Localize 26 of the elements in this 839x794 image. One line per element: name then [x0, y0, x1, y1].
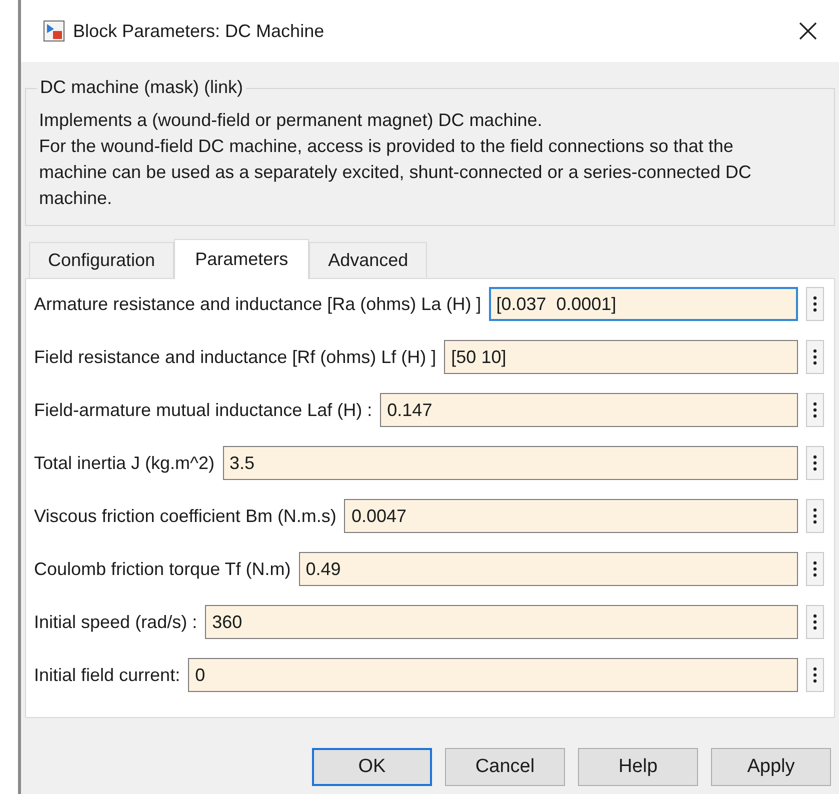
parameter-field[interactable]: 3.5	[222, 446, 798, 480]
tab[interactable]: Advanced	[309, 242, 428, 278]
parameter-field[interactable]: 0.49	[298, 552, 798, 586]
tab[interactable]: Configuration	[29, 242, 174, 278]
parameter-field[interactable]: 0.0047	[344, 499, 798, 533]
description-text: Implements a (wound-field or permanent magnet) DC machine.	[39, 109, 544, 132]
tab[interactable]: Parameters	[174, 239, 310, 279]
dialog-button[interactable]: Apply	[711, 748, 831, 786]
window-title: Block Parameters: DC Machine	[73, 20, 326, 42]
parameter-label: Field resistance and inductance [Rf (ohms) Lf (H) ]	[34, 346, 436, 369]
dialog-button[interactable]: Help	[578, 748, 698, 786]
parameter-label: Coulomb friction torque Tf (N.m)	[34, 558, 291, 581]
parameter-label: Total inertia J (kg.m^2)	[34, 452, 215, 475]
parameter-field[interactable]: 0.147	[380, 393, 798, 427]
description-text: For the wound-field DC machine, access is provided to the field connections so that the machine can be used as a separately excited, shunt-connected or a series-connected DC machine.	[39, 135, 752, 210]
dialog-button[interactable]: OK	[312, 748, 432, 786]
parameter-label: Armature resistance and inductance [Ra (ohms) La (H) ]	[34, 292, 482, 316]
parameter-field[interactable]: [0.037 0.0001]	[489, 287, 798, 321]
dialog-button[interactable]: Cancel	[445, 748, 565, 786]
parameter-label: Initial field current:	[34, 664, 180, 686]
parameter-label: Field-armature mutual inductance Laf (H) :	[34, 398, 372, 422]
parameter-field[interactable]: 0	[188, 658, 798, 692]
parameter-label: Viscous friction coefficient Bm (N.m.s)	[34, 504, 336, 528]
parameter-label: Initial speed (rad/s) :	[34, 610, 198, 634]
parameter-field[interactable]: 360	[205, 605, 798, 639]
parameter-field[interactable]: [50 10]	[444, 340, 798, 374]
